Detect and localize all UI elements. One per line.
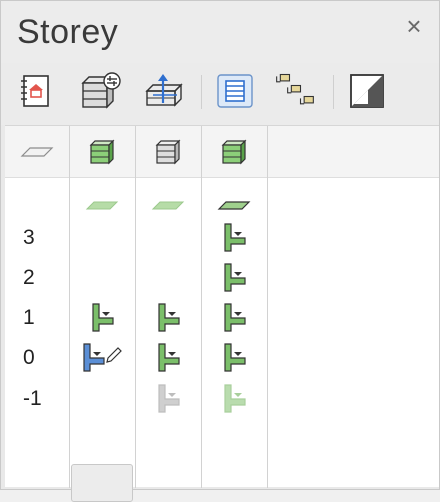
marker-arrow bbox=[234, 272, 242, 276]
storey-stack-green-icon bbox=[89, 139, 115, 165]
storey-label: 3 bbox=[23, 226, 35, 249]
marker-shape bbox=[158, 303, 180, 332]
storey-edit-marker-icon bbox=[83, 343, 122, 372]
storey-marker-icon bbox=[158, 343, 180, 372]
storey-label: -1 bbox=[23, 387, 42, 410]
storey-marker-icon bbox=[224, 303, 246, 332]
toolbar-separator bbox=[201, 75, 202, 109]
marker-shape bbox=[158, 384, 180, 413]
storey-label: 2 bbox=[23, 266, 35, 289]
marker-arrow bbox=[168, 352, 176, 356]
marker-arrow bbox=[234, 393, 242, 397]
marker-arrow bbox=[168, 312, 176, 316]
plane-cell[interactable] bbox=[135, 194, 201, 216]
tree-hierarchy-button[interactable] bbox=[273, 69, 317, 113]
storey-properties-button[interactable] bbox=[13, 69, 57, 113]
storey-marker-cell[interactable] bbox=[135, 299, 201, 335]
storey-stack-grey-icon bbox=[155, 139, 181, 165]
storey-marker-cell[interactable] bbox=[69, 299, 135, 335]
storey-marker-icon bbox=[158, 384, 180, 413]
storey-marker-cell[interactable] bbox=[135, 339, 201, 375]
storey-elevation-button[interactable] bbox=[143, 69, 187, 113]
marker-shape bbox=[83, 343, 105, 372]
marker-shape bbox=[224, 303, 246, 332]
storey-marker-cell[interactable] bbox=[135, 380, 201, 416]
close-button[interactable]: × bbox=[401, 13, 427, 39]
plane-icon bbox=[217, 201, 251, 210]
marker-shape bbox=[224, 223, 246, 252]
title-bar: Storey × bbox=[1, 1, 439, 63]
storey-stack-green-icon bbox=[221, 139, 247, 165]
storey-elevation-icon bbox=[145, 74, 183, 107]
list-view-button[interactable] bbox=[213, 69, 257, 113]
storey-label: 1 bbox=[23, 306, 35, 329]
storey-marker-icon bbox=[92, 303, 114, 332]
marker-shape bbox=[224, 343, 246, 372]
storey-marker-cell[interactable] bbox=[201, 219, 267, 255]
header-storey-cell[interactable] bbox=[201, 126, 267, 178]
storey-marker-cell[interactable] bbox=[201, 339, 267, 375]
marker-arrow bbox=[93, 352, 101, 356]
storey-settings-icon bbox=[81, 72, 121, 109]
toolbar bbox=[1, 63, 439, 125]
plane-icon bbox=[151, 201, 185, 210]
plane-cell[interactable] bbox=[201, 194, 267, 216]
marker-shape bbox=[224, 384, 246, 413]
marker-arrow bbox=[234, 312, 242, 316]
storey-marker-icon bbox=[224, 263, 246, 292]
storey-properties-icon bbox=[21, 75, 49, 107]
panel-title: Storey bbox=[17, 13, 119, 51]
marker-shape bbox=[224, 263, 246, 292]
marker-arrow bbox=[102, 312, 110, 316]
marker-arrow bbox=[168, 393, 176, 397]
split-view-icon bbox=[350, 74, 384, 108]
storey-marker-cell[interactable] bbox=[69, 339, 135, 375]
storey-marker-cell[interactable] bbox=[201, 259, 267, 295]
plane-cell[interactable] bbox=[69, 194, 135, 216]
header-storey-cell[interactable] bbox=[69, 126, 135, 178]
toolbar-separator bbox=[333, 75, 334, 109]
tree-hierarchy-icon bbox=[276, 73, 314, 105]
storey-marker-icon bbox=[158, 303, 180, 332]
storey-label: 0 bbox=[23, 346, 35, 369]
pencil-icon bbox=[106, 347, 122, 363]
split-view-button[interactable] bbox=[345, 69, 389, 113]
storey-settings-button[interactable] bbox=[79, 69, 123, 113]
list-view-icon bbox=[217, 74, 253, 108]
column-divider bbox=[267, 126, 268, 488]
active-storey-cell[interactable] bbox=[71, 464, 133, 502]
storey-panel: Storey × 3 2 1 0 -1 bbox=[0, 0, 440, 502]
header-plan-cell[interactable] bbox=[5, 126, 69, 178]
storey-grid: 3 2 1 0 -1 bbox=[5, 125, 439, 502]
storey-marker-icon bbox=[224, 384, 246, 413]
storey-marker-cell[interactable] bbox=[201, 299, 267, 335]
plane-icon bbox=[85, 201, 119, 210]
marker-arrow bbox=[234, 352, 242, 356]
marker-arrow bbox=[234, 232, 242, 236]
storey-marker-cell[interactable] bbox=[201, 380, 267, 416]
storey-marker-icon bbox=[224, 223, 246, 252]
marker-shape bbox=[158, 343, 180, 372]
storey-marker-icon bbox=[224, 343, 246, 372]
marker-shape bbox=[92, 303, 114, 332]
header-storey-cell[interactable] bbox=[135, 126, 201, 178]
plan-plane-icon bbox=[20, 147, 54, 157]
